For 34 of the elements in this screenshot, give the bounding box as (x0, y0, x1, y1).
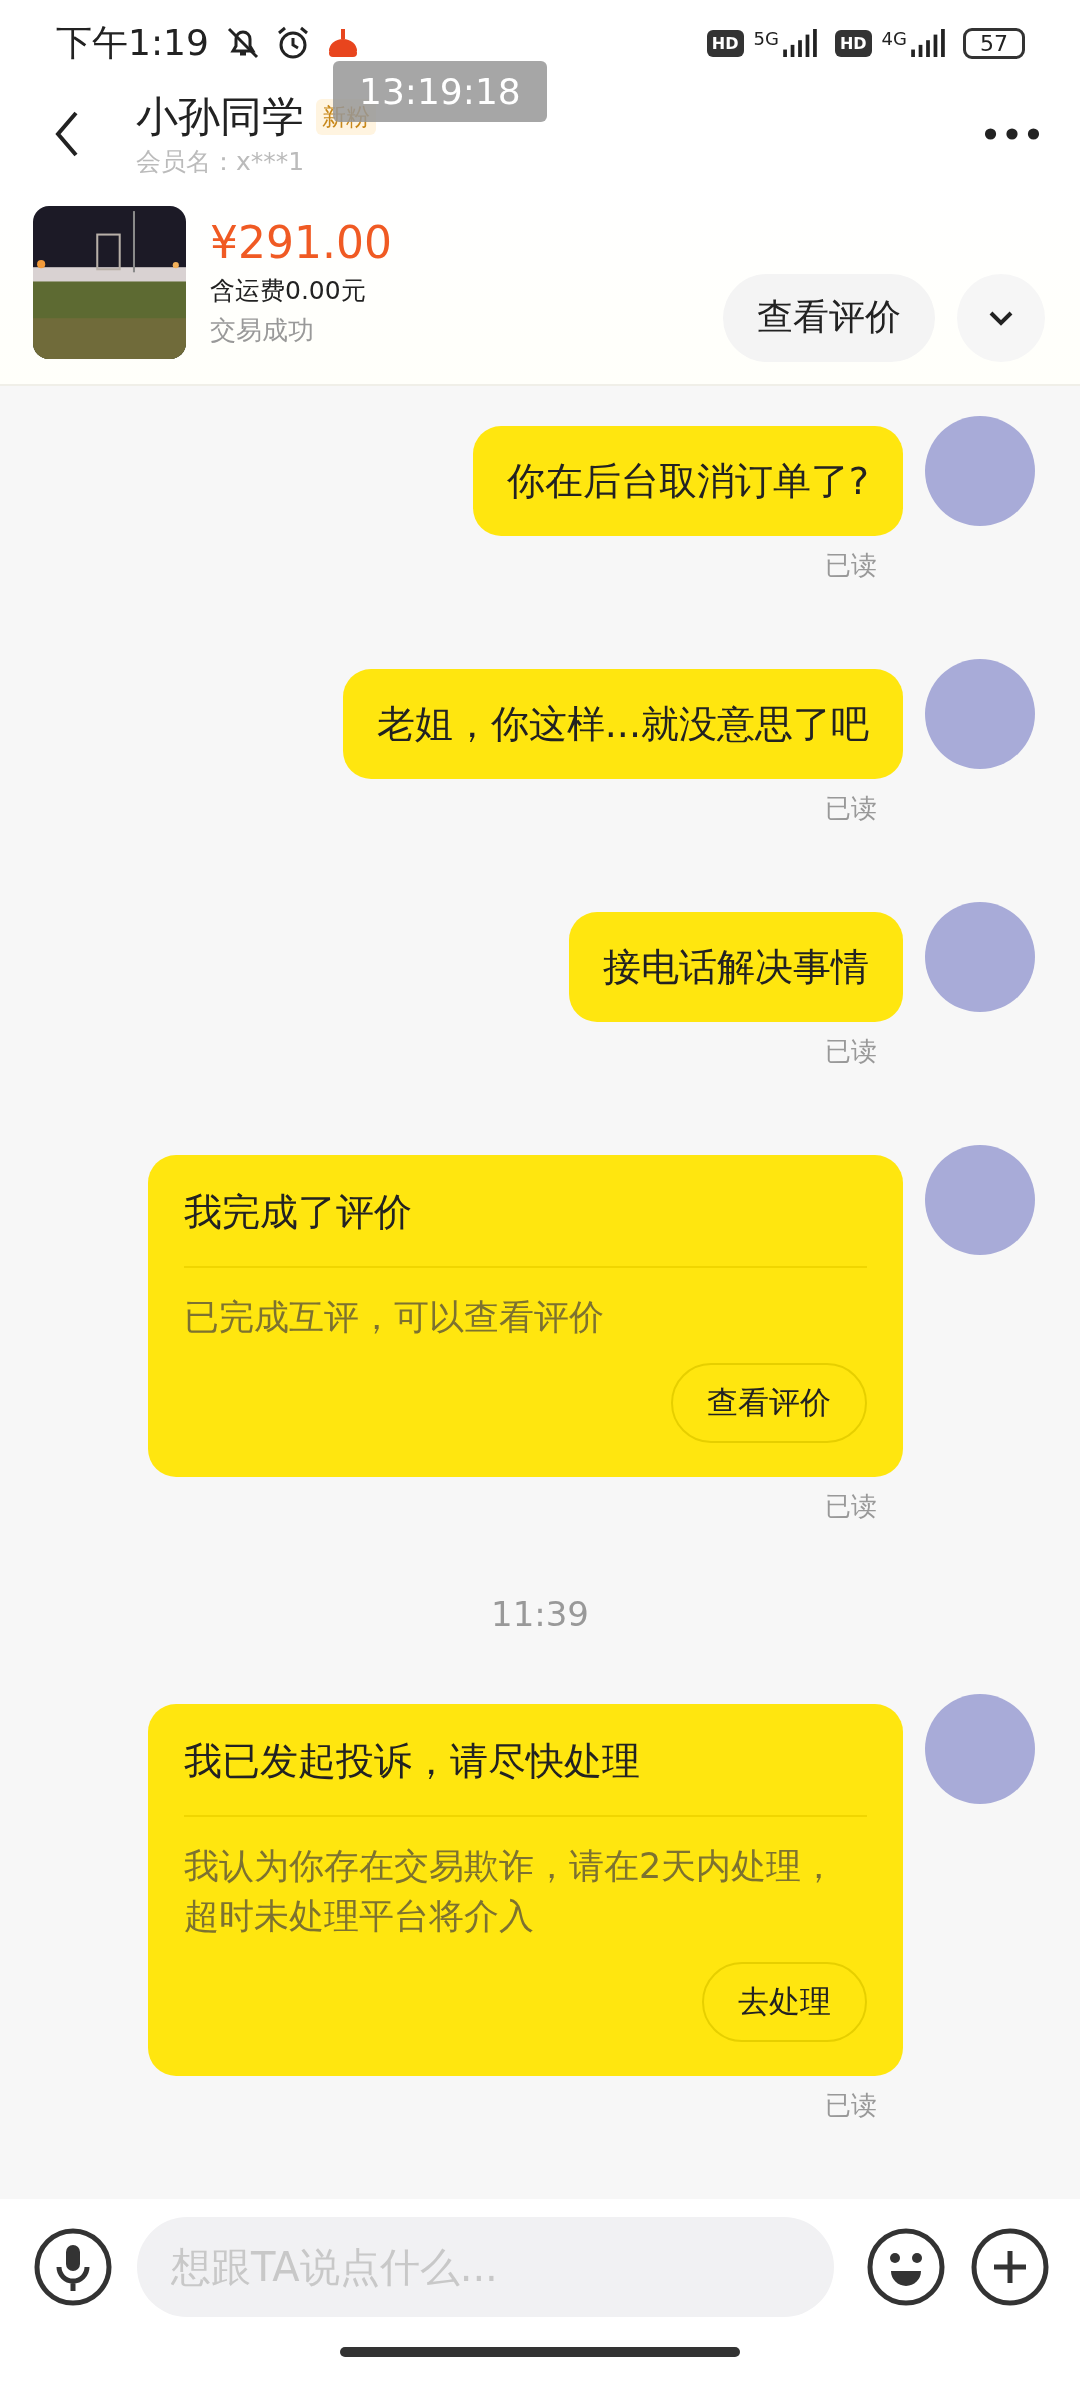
hd-badge: HD (834, 29, 872, 57)
emoji-icon[interactable] (866, 2227, 946, 2308)
message-time: 11:39 (491, 1593, 589, 1634)
home-indicator[interactable] (340, 2347, 740, 2358)
read-status: 已读 (825, 548, 877, 582)
card-text: 已完成互评，可以查看评价 (184, 1295, 605, 1339)
price: ¥291.00 (210, 217, 393, 269)
status-time: 下午1:19 (56, 20, 209, 65)
card-text: 我认为你存在交易欺诈，请在2天内处理，超时未处理平台将介入 (184, 1844, 838, 1939)
order-status: 交易成功 (210, 314, 315, 348)
microphone-icon[interactable] (33, 2227, 113, 2308)
read-status: 已读 (825, 791, 877, 825)
hd-badge: HD (706, 29, 744, 57)
message-bubble: 你在后台取消订单了? (472, 425, 903, 536)
message-bubble: 老姐，你这样...就没意思了吧 (342, 668, 903, 779)
signal-icon (780, 29, 819, 58)
card-title: 我完成了评价 (184, 1188, 413, 1236)
card-button[interactable]: 去处理 (702, 1962, 867, 2043)
read-status: 已读 (825, 1034, 877, 1068)
contact-name: 小孙同学 (136, 91, 304, 144)
battery-level: 57 (963, 27, 1025, 59)
plus-icon[interactable] (970, 2227, 1050, 2308)
network-type: 5G (753, 28, 779, 49)
network-type: 4G (881, 28, 907, 49)
shipping-fee: 含运费0.00元 (210, 275, 367, 308)
more-icon[interactable] (984, 126, 1040, 141)
read-status: 已读 (825, 1489, 877, 1523)
card-title: 我已发起投诉，请尽快处理 (184, 1737, 641, 1785)
message-bubble: 接电话解决事情 (569, 911, 903, 1022)
member-name: 会员名：x***1 (136, 146, 306, 179)
read-status: 已读 (825, 2089, 877, 2123)
signal-icon (909, 29, 947, 58)
view-review-button[interactable]: 查看评价 (723, 273, 935, 362)
card-button[interactable]: 查看评价 (671, 1362, 867, 1443)
